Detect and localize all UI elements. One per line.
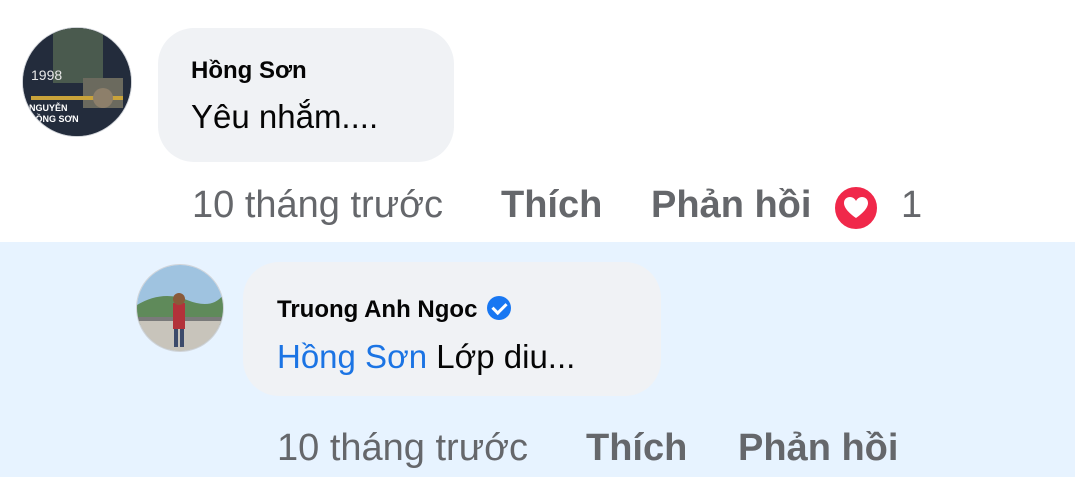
reaction-count[interactable]: 1 — [901, 184, 922, 227]
comment: 1998 NGUYỄN HỒNG SƠN Hồng Sơn Yêu nhắm..… — [0, 0, 1075, 242]
comment-author[interactable]: Hồng Sơn — [191, 57, 307, 85]
avatar-name-line1: NGUYỄN — [29, 103, 68, 113]
reply-message: Lớp diu... — [427, 338, 576, 375]
reply-text: Hồng Sơn Lớp diu... — [277, 338, 575, 376]
avatar[interactable]: 1998 NGUYỄN HỒNG SƠN — [22, 27, 132, 137]
reply-timestamp[interactable]: 10 tháng trước — [277, 427, 528, 470]
avatar-year: 1998 — [31, 67, 63, 83]
heart-icon[interactable] — [833, 185, 879, 231]
like-button[interactable]: Thích — [501, 184, 602, 227]
verified-badge-icon — [487, 296, 512, 320]
reply-author[interactable]: Truong Anh Ngoc — [277, 296, 512, 324]
reply-author-name: Truong Anh Ngoc — [277, 296, 478, 323]
reply-reply-button[interactable]: Phản hồi — [738, 427, 898, 470]
comment-text: Yêu nhắm.... — [191, 98, 379, 135]
reply-comment: Truong Anh Ngoc Hồng Sơn Lớp diu... 10 t… — [0, 242, 1075, 477]
reply-avatar-image — [137, 265, 223, 351]
comment-timestamp[interactable]: 10 tháng trước — [192, 184, 443, 227]
comment-bubble — [158, 28, 454, 162]
reply-actions: 10 tháng trước Thích Phản hồi — [0, 427, 1075, 473]
reply-like-button[interactable]: Thích — [586, 427, 687, 470]
comment-actions: 10 tháng trước Thích Phản hồi 1 — [0, 184, 1075, 231]
avatar-name-line2: HỒNG SƠN — [29, 114, 79, 124]
reply-avatar[interactable] — [136, 264, 224, 352]
reply-button[interactable]: Phản hồi — [651, 184, 811, 227]
mention-link[interactable]: Hồng Sơn — [277, 338, 427, 375]
